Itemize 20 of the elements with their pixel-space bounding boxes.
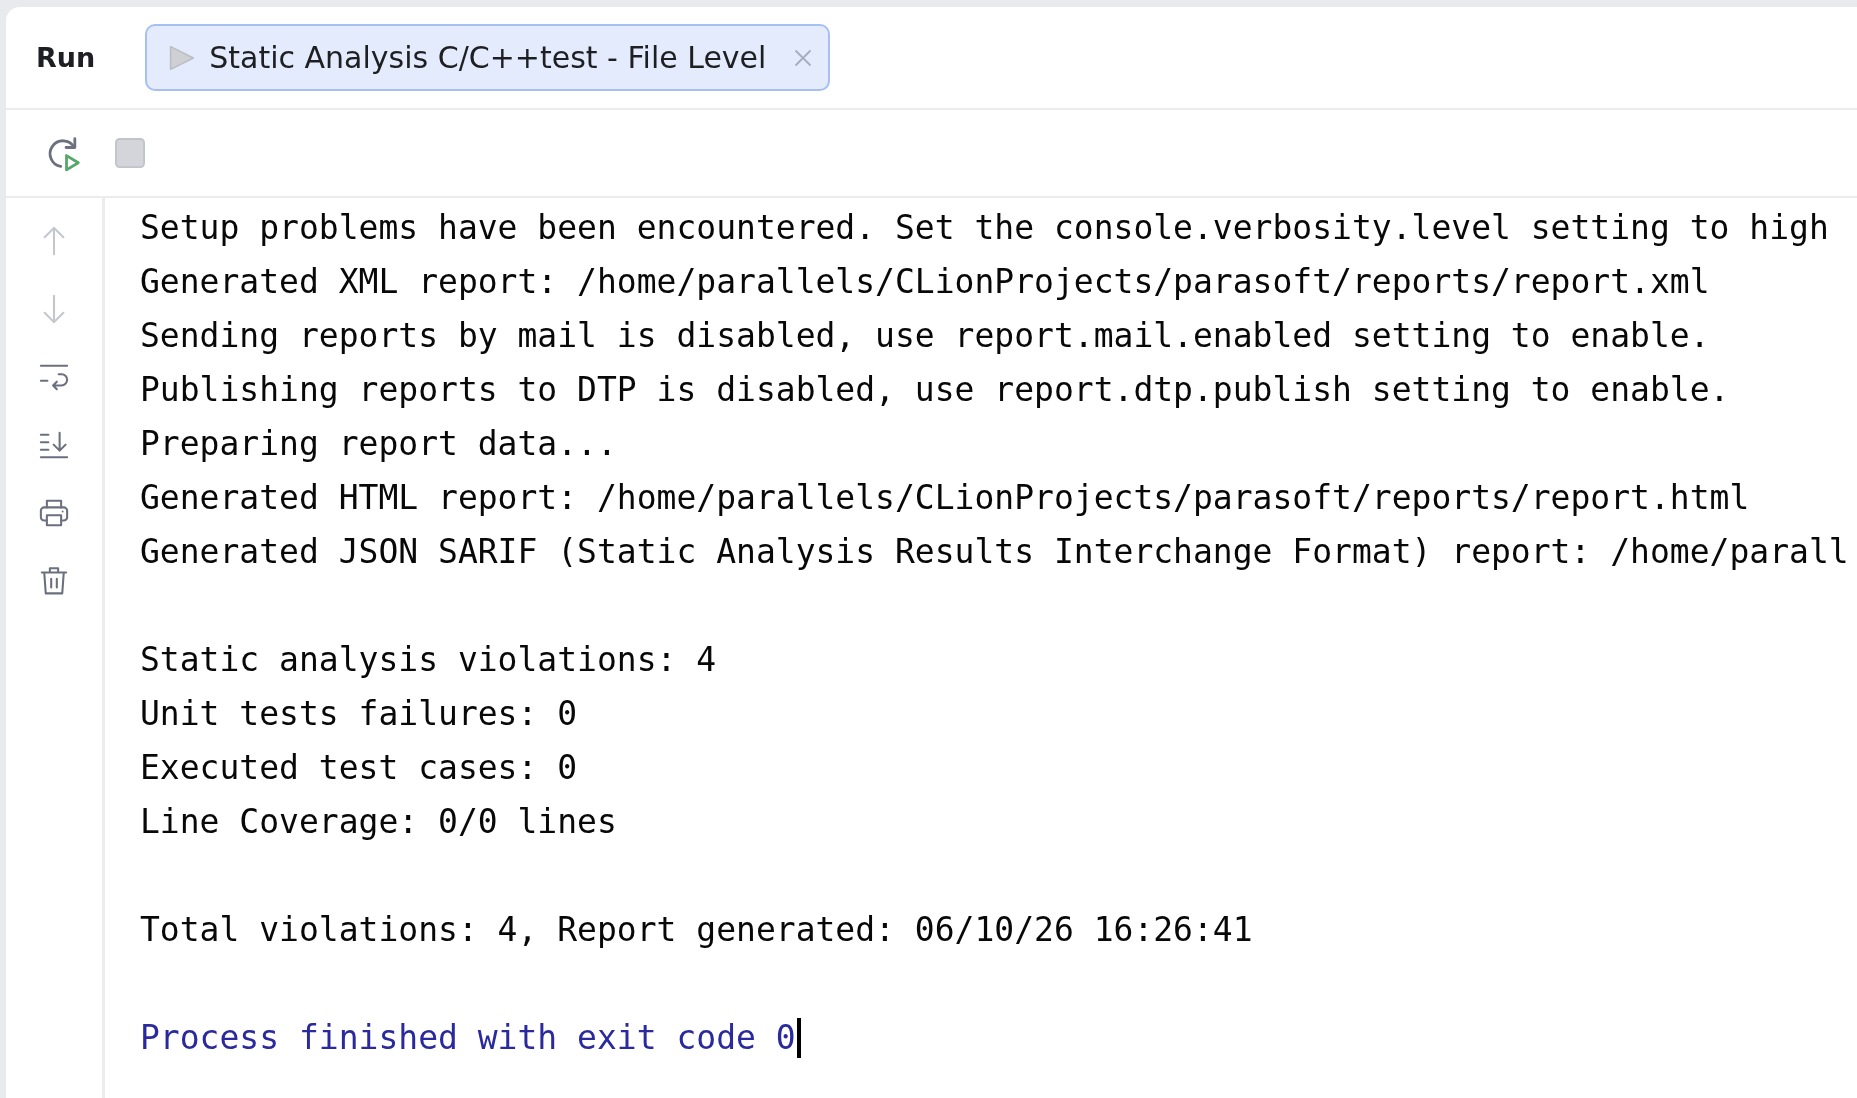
console-line: Generated HTML report: /home/parallels/CLionProjects/parasoft/reports/report.html: [140, 477, 1750, 519]
console-line: Executed test cases: 0: [140, 747, 578, 789]
console-line: Process finished with exit code 0: [140, 1017, 796, 1059]
play-icon: [169, 43, 196, 72]
run-configuration-tab[interactable]: Static Analysis C/C++test - File Level: [145, 24, 831, 91]
trash-icon[interactable]: [39, 566, 69, 596]
soft-wrap-icon[interactable]: [39, 362, 69, 392]
console-line: Generated JSON SARIF (Static Analysis Results Interchange Format) report: /home/parall: [140, 531, 1849, 573]
console-line: Unit tests failures: 0: [140, 693, 578, 735]
console-line: Line Coverage: 0/0 lines: [140, 801, 617, 843]
console-line: Sending reports by mail is disabled, use report.mail.enabled setting to enable.: [140, 315, 1710, 357]
print-icon[interactable]: [39, 498, 69, 528]
console-line: Publishing reports to DTP is disabled, use report.dtp.publish setting to enable.: [140, 369, 1730, 411]
console-line: Total violations: 4, Report generated: 06/10/26 16:26:41: [140, 909, 1253, 951]
console-line: Preparing report data...: [140, 423, 617, 465]
console-line: Setup problems have been encountered. Set the console.verbosity.level setting to high: [140, 207, 1829, 249]
console-line: Generated XML report: /home/parallels/CLionProjects/parasoft/reports/report.xml: [140, 261, 1710, 303]
scroll-to-end-icon[interactable]: [39, 430, 69, 460]
console-line: Static analysis violations: 4: [140, 639, 717, 681]
tool-window-title: Run: [36, 42, 96, 73]
